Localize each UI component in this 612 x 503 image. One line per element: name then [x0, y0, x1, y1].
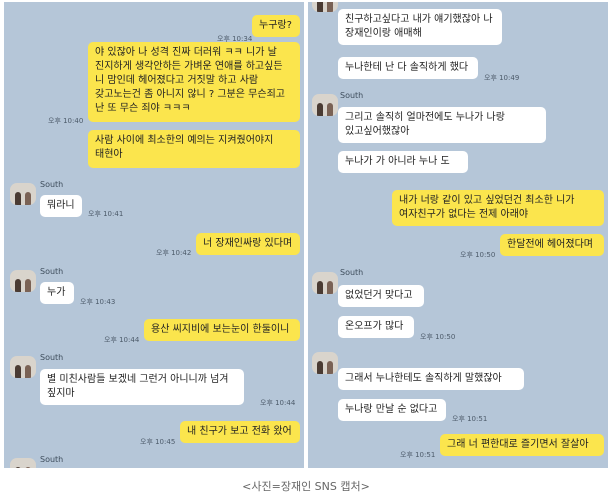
their-message-bubble: 뭐라니: [40, 195, 82, 217]
their-message-bubble: 별 미친사람들 보겠네 그런거 아니니까 넘겨 짚지마: [40, 369, 244, 405]
contact-name: South: [340, 268, 364, 277]
contact-name: South: [40, 353, 64, 362]
my-message-bubble: 그래 너 편한대로 즐기면서 잘살아: [440, 434, 604, 456]
contact-avatar[interactable]: [312, 272, 338, 294]
message-time: 오후 10:40: [48, 117, 84, 125]
message-time: 오후 10:41: [88, 210, 124, 218]
my-message-bubble: 누구랑?: [252, 15, 300, 37]
my-message-bubble: 너 장재인싸랑 있다며: [196, 233, 300, 255]
message-time: 오후 10:51: [452, 415, 488, 423]
message-time: 오후 10:49: [484, 74, 520, 82]
my-message-bubble: 야 있잖아 나 성격 진짜 더러워 ㅋㅋ 니가 날 진지하게 생각안하든 가벼운…: [88, 42, 300, 122]
contact-avatar[interactable]: [10, 270, 36, 292]
contact-name: South: [40, 455, 64, 464]
message-time: 오후 10:51: [400, 451, 436, 459]
message-time: 오후 10:43: [80, 298, 116, 306]
contact-name: South: [40, 180, 64, 189]
my-message-bubble: 내 친구가 보고 전화 왔어: [180, 421, 300, 443]
their-message-bubble: 누나가 가 아니라 누나 도: [338, 151, 468, 173]
contact-name: South: [340, 91, 364, 100]
message-time: 오후 10:44: [260, 399, 296, 407]
message-time: 오후 10:50: [420, 333, 456, 341]
contact-avatar[interactable]: [312, 94, 338, 116]
contact-avatar[interactable]: [312, 2, 338, 12]
their-message-bubble: 온오프가 많다: [338, 316, 414, 338]
their-message-bubble: 그리고 솔직히 얼마전에도 누나가 나랑 있고싶어했잖아: [338, 107, 546, 143]
my-message-bubble: 한달전에 헤어졌다며: [500, 234, 604, 256]
chat-panel-left: 누구랑? 오후 10:34 야 있잖아 나 성격 진짜 더러워 ㅋㅋ 니가 날 …: [4, 2, 304, 468]
their-message-bubble: 친구하고싶다고 내가 얘기했잖아 나 장재인이랑 애매해: [338, 9, 502, 45]
image-caption: <사진=장재인 SNS 캡처>: [242, 480, 370, 493]
message-time: 오후 10:44: [104, 336, 140, 344]
contact-avatar[interactable]: [10, 183, 36, 205]
contact-avatar[interactable]: [312, 352, 338, 374]
my-message-bubble: 용산 씨지비에 보는눈이 한둘이니: [144, 319, 300, 341]
message-time: 오후 10:45: [140, 438, 176, 446]
contact-avatar[interactable]: [10, 458, 36, 468]
their-message-bubble: 그래서 누나한테도 솔직하게 말했잖아: [338, 368, 524, 390]
my-message-bubble: 내가 너랑 같이 있고 싶었던건 최소한 니가 여자친구가 없다는 전제 아래야: [392, 190, 604, 226]
their-message-bubble: 없었던거 맞다고: [338, 285, 424, 307]
my-message-bubble: 사람 사이에 최소한의 예의는 지켜줬어야지 태현아: [88, 130, 300, 168]
message-time: 오후 10:50: [460, 251, 496, 259]
chat-panel-right: 친구하고싶다고 내가 얘기했잖아 나 장재인이랑 애매해 누나한테 난 다 솔직…: [308, 2, 608, 468]
contact-avatar[interactable]: [10, 356, 36, 378]
their-message-bubble: 누가: [40, 282, 74, 304]
their-message-bubble: 누나랑 만날 순 없다고: [338, 399, 446, 421]
contact-name: South: [40, 267, 64, 276]
their-message-bubble: 누나한테 난 다 솔직하게 했다: [338, 57, 478, 79]
message-time: 오후 10:42: [156, 249, 192, 257]
